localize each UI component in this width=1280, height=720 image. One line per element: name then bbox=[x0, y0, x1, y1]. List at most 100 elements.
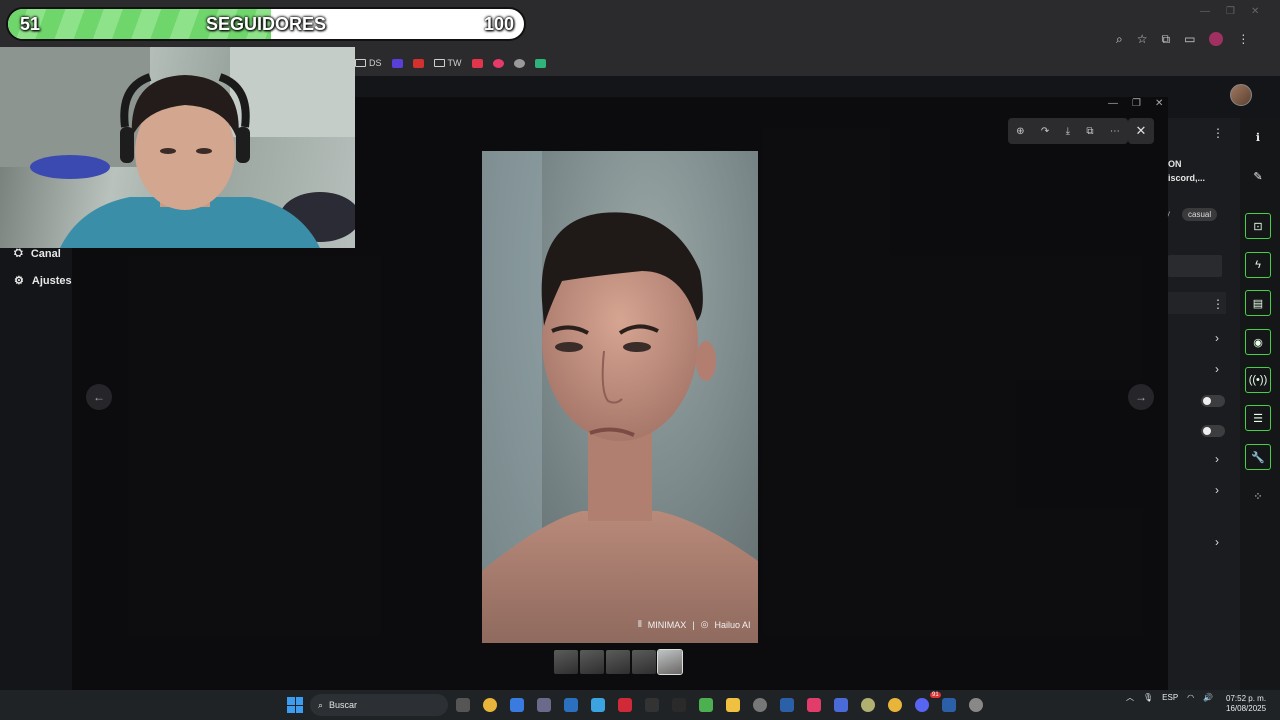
wrench-icon[interactable]: 🔧 bbox=[1245, 444, 1271, 470]
thumbnail[interactable] bbox=[554, 650, 578, 674]
hailuo-logo-icon: ◎ bbox=[700, 619, 709, 629]
next-image-button[interactable]: → bbox=[1128, 384, 1154, 410]
webcam-illustration bbox=[0, 47, 355, 248]
folder-icon[interactable] bbox=[726, 698, 740, 712]
minimize-icon[interactable]: — bbox=[1108, 98, 1118, 109]
steam-icon[interactable] bbox=[780, 698, 794, 712]
bookmark-app-6[interactable] bbox=[534, 58, 546, 68]
red-app-icon bbox=[412, 58, 424, 68]
viewer-titlebar bbox=[356, 97, 1168, 115]
task-view-icon[interactable] bbox=[456, 698, 470, 712]
layout-icon[interactable]: ☰ bbox=[1245, 405, 1271, 431]
info-icon[interactable]: ℹ bbox=[1245, 124, 1271, 150]
arrow-left-icon: ← bbox=[93, 390, 105, 404]
discord-icon[interactable] bbox=[915, 698, 929, 712]
app-icon[interactable] bbox=[834, 698, 848, 712]
extensions-icon[interactable]: ⧉ bbox=[1162, 32, 1171, 47]
terminal-icon[interactable] bbox=[672, 698, 686, 712]
lightning-icon[interactable]: ϟ bbox=[1245, 252, 1271, 278]
broadcast-icon[interactable]: ((•)) bbox=[1245, 367, 1271, 393]
taskbar-clock[interactable]: 07:52 p. m. 16/08/2025 bbox=[1226, 694, 1266, 714]
pink-app-icon bbox=[492, 58, 504, 68]
toggle-switch[interactable] bbox=[1201, 425, 1225, 437]
app-icon[interactable] bbox=[969, 698, 983, 712]
app-icon[interactable] bbox=[618, 698, 632, 712]
tag-casual[interactable]: casual bbox=[1182, 208, 1218, 221]
chevron-right-icon[interactable]: › bbox=[1215, 535, 1219, 549]
wifi-icon[interactable]: ◠ bbox=[1187, 693, 1194, 702]
chevron-right-icon[interactable]: › bbox=[1215, 483, 1219, 497]
volume-icon[interactable]: 🔊 bbox=[1203, 693, 1213, 702]
taskbar-search[interactable]: ⌕ Buscar bbox=[310, 694, 448, 716]
user-avatar[interactable] bbox=[1230, 84, 1252, 106]
minimax-logo-icon: ⫴ bbox=[638, 619, 642, 629]
purple-app-icon bbox=[391, 58, 403, 68]
panel-input[interactable] bbox=[1168, 255, 1222, 277]
close-icon[interactable]: ✕ bbox=[1155, 98, 1163, 109]
viewer-window-controls: — ❐ ✕ bbox=[1108, 98, 1163, 109]
pencil-icon[interactable]: ✎ bbox=[1245, 163, 1271, 189]
start-button[interactable] bbox=[287, 697, 303, 713]
bookmark-app-3[interactable] bbox=[471, 58, 483, 68]
nav-item-settings[interactable]: ⚙ Ajustes bbox=[0, 267, 72, 294]
gear-icon: ⚙ bbox=[14, 275, 24, 287]
app-icon[interactable] bbox=[564, 698, 578, 712]
chevron-right-icon[interactable]: › bbox=[1215, 452, 1219, 466]
capture-icon[interactable]: ⊡ bbox=[1245, 213, 1271, 239]
previous-image-button[interactable]: ← bbox=[86, 384, 112, 410]
zoom-icon[interactable]: ⊕ bbox=[1016, 126, 1024, 137]
chrome-icon[interactable] bbox=[483, 698, 497, 712]
tiktok-icon[interactable] bbox=[807, 698, 821, 712]
language-indicator[interactable]: ESP bbox=[1162, 693, 1178, 702]
more-options-icon[interactable]: ⋮ bbox=[1212, 126, 1224, 140]
toggle-switch[interactable] bbox=[1201, 395, 1225, 407]
steam-icon[interactable] bbox=[942, 698, 956, 712]
document-icon[interactable]: ▤ bbox=[1245, 290, 1271, 316]
maximize-icon[interactable]: ❐ bbox=[1226, 6, 1235, 17]
share-icon[interactable]: ↷ bbox=[1041, 126, 1049, 137]
thumbnail[interactable] bbox=[580, 650, 604, 674]
bookmark-app-5[interactable] bbox=[513, 58, 525, 68]
apps-icon[interactable]: ⁘ bbox=[1245, 483, 1271, 509]
profile-avatar[interactable] bbox=[1209, 32, 1224, 46]
zoom-icon[interactable]: ⌕ bbox=[1116, 32, 1123, 47]
bookmark-ds[interactable]: DS bbox=[355, 58, 382, 68]
bookmark-app-1[interactable] bbox=[391, 58, 403, 68]
app-icon[interactable] bbox=[753, 698, 767, 712]
follower-target: 100 bbox=[483, 14, 514, 34]
app-icon[interactable] bbox=[510, 698, 524, 712]
download-icon[interactable]: ⤓ bbox=[1066, 126, 1070, 137]
sidebar-icon[interactable]: ▭ bbox=[1184, 32, 1195, 47]
close-icon[interactable]: ✕ bbox=[1251, 6, 1259, 17]
microphone-icon[interactable]: 🎙 bbox=[1143, 693, 1153, 702]
minimize-icon[interactable]: — bbox=[1200, 6, 1210, 17]
bookmark-app-4[interactable] bbox=[492, 58, 504, 68]
chat-icon[interactable]: ◉ bbox=[1245, 329, 1271, 355]
menu-icon[interactable]: ⋮ bbox=[1237, 32, 1249, 47]
app-icon[interactable] bbox=[645, 698, 659, 712]
chevron-right-icon[interactable]: › bbox=[1215, 331, 1219, 345]
system-tray: ︿ 🎙 ESP ◠ 🔊 bbox=[1126, 692, 1213, 703]
chevron-right-icon[interactable]: › bbox=[1215, 362, 1219, 376]
bookmark-tw[interactable]: TW bbox=[433, 58, 462, 68]
bookmark-app-2[interactable] bbox=[412, 58, 424, 68]
viewer-image[interactable] bbox=[482, 151, 758, 643]
app-icon[interactable] bbox=[861, 698, 875, 712]
more-options-icon[interactable]: ⋮ bbox=[1212, 297, 1224, 311]
viewer-toolbar: ⊕ ↷ ⤓ ⧉ ⋯ bbox=[1008, 118, 1128, 144]
arrow-right-icon: → bbox=[1135, 390, 1147, 404]
bookmark-star-icon[interactable]: ☆ bbox=[1137, 32, 1148, 47]
chrome-icon[interactable] bbox=[888, 698, 902, 712]
thumbnail[interactable] bbox=[606, 650, 630, 674]
open-external-icon[interactable]: ⧉ bbox=[1086, 126, 1093, 137]
maximize-icon[interactable]: ❐ bbox=[1132, 98, 1141, 109]
photos-icon[interactable] bbox=[591, 698, 605, 712]
calculator-icon[interactable] bbox=[537, 698, 551, 712]
chevron-up-icon[interactable]: ︿ bbox=[1126, 692, 1134, 703]
thumbnail[interactable] bbox=[632, 650, 656, 674]
more-icon[interactable]: ⋯ bbox=[1110, 126, 1120, 137]
thumbnail-active[interactable] bbox=[657, 649, 683, 675]
minecraft-icon[interactable] bbox=[699, 698, 713, 712]
viewer-close-button[interactable]: ✕ bbox=[1128, 118, 1154, 144]
folder-icon bbox=[433, 59, 445, 67]
